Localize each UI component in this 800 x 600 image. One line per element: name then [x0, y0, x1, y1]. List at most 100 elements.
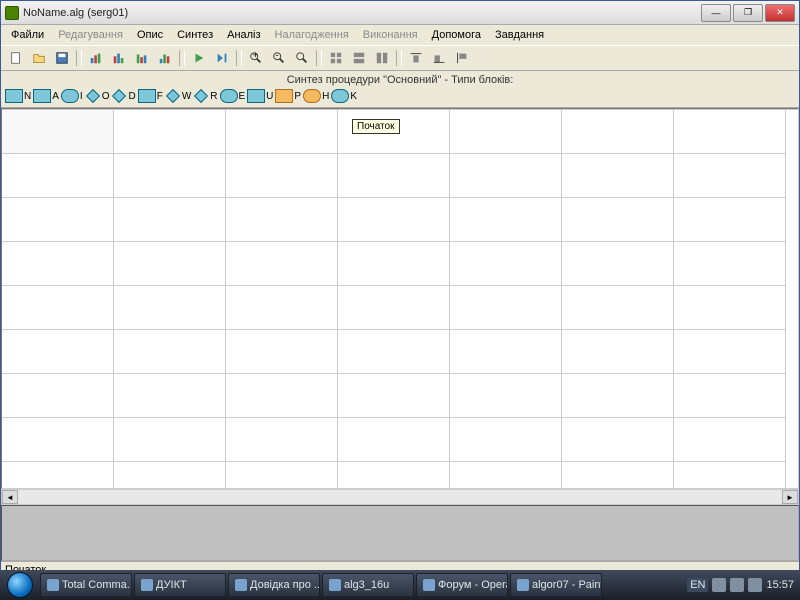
grid-cell[interactable] [562, 418, 674, 462]
block-e[interactable]: E [220, 89, 246, 103]
grid-cell[interactable] [674, 462, 786, 489]
menu-analysis[interactable]: Аналіз [221, 27, 266, 43]
grid-cell[interactable] [450, 330, 562, 374]
grid-cell[interactable] [450, 374, 562, 418]
grid-cell[interactable] [562, 374, 674, 418]
grid-cell[interactable] [114, 418, 226, 462]
tool-align3[interactable] [451, 48, 473, 68]
grid-cell[interactable] [114, 110, 226, 154]
grid-cell[interactable] [674, 242, 786, 286]
block-r[interactable]: R [193, 91, 217, 102]
grid-cell[interactable] [562, 110, 674, 154]
taskbar-item[interactable]: algor07 - Paint [510, 573, 602, 597]
grid-cell[interactable] [450, 286, 562, 330]
tool-step[interactable] [211, 48, 233, 68]
grid-cell[interactable] [226, 242, 338, 286]
scroll-left-icon[interactable]: ◄ [2, 490, 18, 504]
tool-open[interactable] [28, 48, 50, 68]
h-scrollbar[interactable]: ◄ ► [1, 489, 799, 505]
grid-cell[interactable] [226, 374, 338, 418]
grid-cell[interactable] [674, 330, 786, 374]
grid-cell[interactable] [562, 330, 674, 374]
minimize-button[interactable]: — [701, 4, 731, 22]
menu-files[interactable]: Файли [5, 27, 50, 43]
block-n[interactable]: N [5, 89, 31, 103]
grid-cell[interactable] [338, 242, 450, 286]
menu-synth[interactable]: Синтез [171, 27, 219, 43]
taskbar-item[interactable]: Довідка про ... [228, 573, 320, 597]
grid-cell[interactable] [338, 198, 450, 242]
grid-cell[interactable] [226, 110, 338, 154]
lang-indicator[interactable]: EN [687, 578, 708, 592]
tool-chart3[interactable] [131, 48, 153, 68]
block-o[interactable]: O [85, 91, 110, 102]
grid-cell[interactable] [114, 154, 226, 198]
grid-cell[interactable] [562, 154, 674, 198]
tool-run[interactable] [188, 48, 210, 68]
tool-grid3[interactable] [371, 48, 393, 68]
grid-cell[interactable] [2, 198, 114, 242]
grid-cell[interactable] [338, 418, 450, 462]
tool-zoomin[interactable]: + [245, 48, 267, 68]
tool-align1[interactable] [405, 48, 427, 68]
grid-cell[interactable] [226, 286, 338, 330]
grid-cell[interactable] [450, 110, 562, 154]
grid-cell[interactable] [226, 198, 338, 242]
grid-cell[interactable] [2, 154, 114, 198]
volume-icon[interactable] [748, 578, 762, 592]
grid-cell[interactable] [674, 418, 786, 462]
taskbar-item[interactable]: Форум - Opera [416, 573, 508, 597]
grid-cell[interactable] [338, 374, 450, 418]
block-p[interactable]: P [275, 89, 301, 103]
menu-help[interactable]: Допомога [426, 27, 487, 43]
menu-debug[interactable]: Налагодження [269, 27, 355, 43]
grid-cell[interactable] [226, 462, 338, 489]
clock[interactable]: 15:57 [766, 579, 794, 591]
tool-zoomfit[interactable] [291, 48, 313, 68]
close-button[interactable]: ✕ [765, 4, 795, 22]
tray-icon[interactable] [712, 578, 726, 592]
grid-cell[interactable] [226, 330, 338, 374]
block-w[interactable]: W [165, 91, 191, 102]
grid-cell[interactable] [2, 374, 114, 418]
grid-cell[interactable] [2, 330, 114, 374]
grid-cell[interactable] [338, 286, 450, 330]
block-h[interactable]: H [303, 89, 329, 103]
scroll-right-icon[interactable]: ► [782, 490, 798, 504]
grid-cell[interactable] [226, 154, 338, 198]
menu-desc[interactable]: Опис [131, 27, 169, 43]
titlebar[interactable]: NoName.alg (serg01) — ❐ ✕ [1, 1, 799, 25]
block-f[interactable]: F [138, 89, 163, 103]
block-a[interactable]: A [33, 89, 59, 103]
grid-cell[interactable] [562, 242, 674, 286]
grid-cell[interactable] [114, 242, 226, 286]
tool-chart1[interactable] [85, 48, 107, 68]
tool-grid1[interactable] [325, 48, 347, 68]
grid-cell[interactable] [450, 242, 562, 286]
grid-cell[interactable] [338, 462, 450, 489]
grid-cell[interactable] [562, 462, 674, 489]
grid-cell[interactable] [114, 330, 226, 374]
menu-edit[interactable]: Редагування [52, 27, 129, 43]
grid-cell[interactable] [674, 374, 786, 418]
taskbar-item[interactable]: Total Comma... [40, 573, 132, 597]
taskbar[interactable]: Total Comma... ДУIКТ Довідка про ... alg… [0, 570, 800, 600]
grid-cell[interactable] [2, 286, 114, 330]
tool-grid2[interactable] [348, 48, 370, 68]
maximize-button[interactable]: ❐ [733, 4, 763, 22]
tool-align2[interactable] [428, 48, 450, 68]
taskbar-item[interactable]: alg3_16u [322, 573, 414, 597]
start-button[interactable] [2, 571, 38, 599]
grid-cell[interactable] [114, 198, 226, 242]
grid-cell[interactable] [674, 110, 786, 154]
grid-cell[interactable] [562, 286, 674, 330]
tool-new[interactable] [5, 48, 27, 68]
grid-cell[interactable] [674, 154, 786, 198]
canvas-area[interactable]: Початок [1, 108, 799, 489]
grid-cell[interactable] [450, 198, 562, 242]
grid-cell[interactable] [114, 374, 226, 418]
tool-save[interactable] [51, 48, 73, 68]
grid-cell[interactable] [674, 286, 786, 330]
tool-zoomout[interactable]: - [268, 48, 290, 68]
grid-cell[interactable] [114, 286, 226, 330]
